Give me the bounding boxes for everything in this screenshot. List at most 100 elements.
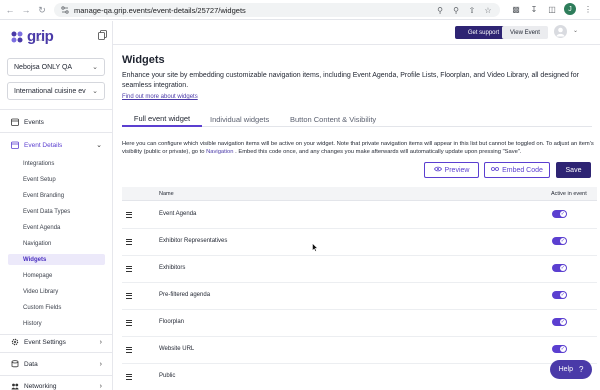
help-button[interactable]: Help ? <box>550 360 592 379</box>
logo-text: grip <box>27 28 54 45</box>
navigation-link[interactable]: Navigation <box>206 149 233 155</box>
drag-handle-icon[interactable] <box>126 320 132 326</box>
sidebar-subitem-history[interactable]: History <box>8 318 105 329</box>
drag-handle-icon[interactable] <box>126 239 132 245</box>
sidebar-subitem-integrations[interactable]: Integrations <box>8 158 105 169</box>
sidebar: grip 4LLO Nebojsa ONLY QA ⌄ Internationa… <box>0 21 113 390</box>
sidebar-subitem-event-branding[interactable]: Event Branding <box>8 190 105 201</box>
site-info-icon[interactable] <box>60 5 70 15</box>
active-toggle[interactable]: ✓ <box>552 318 567 326</box>
embed-code-button-label: Embed Code <box>502 166 543 174</box>
table-row: Public <box>122 364 597 390</box>
row-name: Website URL <box>159 346 195 352</box>
reload-icon[interactable]: ↻ <box>35 3 49 17</box>
active-toggle[interactable]: ✓ <box>552 237 567 245</box>
drag-handle-icon[interactable] <box>126 293 132 299</box>
sidebar-divider <box>0 132 113 133</box>
check-icon: ✓ <box>560 292 565 298</box>
split-view-icon[interactable]: ◫ <box>546 3 558 15</box>
sidebar-subitem-homepage[interactable]: Homepage <box>8 270 105 281</box>
sidebar-subitem-label: Event Branding <box>23 192 65 199</box>
view-event-button[interactable]: View Event <box>502 26 548 39</box>
tab-full-event-widget[interactable]: Full event widget <box>122 111 202 127</box>
key-icon[interactable]: ⚲ <box>434 4 446 16</box>
events-icon <box>10 117 20 127</box>
extensions-icon[interactable]: ▩ <box>510 3 522 15</box>
gear-icon <box>10 337 20 347</box>
sidebar-item-events[interactable]: Events <box>0 115 112 129</box>
eye-icon <box>433 166 442 174</box>
profile-avatar[interactable]: J <box>564 3 576 15</box>
sidebar-subitem-custom-fields[interactable]: Custom Fields <box>8 302 105 313</box>
sidebar-item-label: Event Details <box>24 141 63 149</box>
address-bar[interactable]: manage-qa.grip.events/event-details/2572… <box>54 3 500 17</box>
active-toggle[interactable]: ✓ <box>552 291 567 299</box>
back-icon[interactable]: ← <box>3 3 17 17</box>
networking-icon <box>10 381 20 390</box>
sidebar-item-networking[interactable]: Networking › <box>0 379 112 390</box>
check-icon: ✓ <box>560 346 565 352</box>
preview-button[interactable]: Preview <box>424 162 479 178</box>
app-header: Get support View Event ⌄ <box>113 21 600 44</box>
event-select[interactable]: International cuisine ev ⌄ <box>7 82 105 100</box>
check-icon: ✓ <box>560 265 565 271</box>
sidebar-subitem-label: Custom Fields <box>23 304 62 311</box>
page-title: Widgets <box>122 54 165 66</box>
drag-handle-icon[interactable] <box>126 374 132 380</box>
code-icon <box>491 166 499 174</box>
embed-code-button[interactable]: Embed Code <box>484 162 550 178</box>
info-text: Here you can configure which visible nav… <box>122 140 597 156</box>
sidebar-subitem-event-setup[interactable]: Event Setup <box>8 174 105 185</box>
bookmark-star-icon[interactable]: ☆ <box>482 4 494 16</box>
find-out-more-link[interactable]: Find out more about widgets <box>122 94 198 100</box>
grip-logo[interactable]: grip <box>10 28 54 45</box>
row-name: Exhibitors <box>159 265 186 271</box>
table-row: Exhibitor Representatives ✓ <box>122 229 597 256</box>
sidebar-subitem-video-library[interactable]: Video Library <box>8 286 105 297</box>
drag-handle-icon[interactable] <box>126 212 132 218</box>
active-toggle[interactable]: ✓ <box>552 210 567 218</box>
zoom-icon[interactable]: ⚲ <box>450 4 462 16</box>
chevron-right-icon: › <box>99 360 102 368</box>
chevron-down-icon: ⌄ <box>92 88 98 95</box>
drag-handle-icon[interactable] <box>126 347 132 353</box>
share-icon[interactable]: ⇧ <box>466 4 478 16</box>
row-name: Exhibitor Representatives <box>159 238 228 244</box>
url-text: manage-qa.grip.events/event-details/2572… <box>74 5 246 15</box>
main-content: Widgets Enhance your site by embedding c… <box>113 45 600 390</box>
sidebar-subitem-event-data-types[interactable]: Event Data Types <box>8 206 105 217</box>
table-row: Exhibitors ✓ <box>122 256 597 283</box>
chevron-down-icon[interactable]: ⌄ <box>573 27 578 34</box>
forward-icon[interactable]: → <box>19 3 33 17</box>
sidebar-divider <box>0 352 113 353</box>
tab-individual-widgets[interactable]: Individual widgets <box>210 111 269 127</box>
row-name: Public <box>159 373 176 379</box>
active-toggle[interactable]: ✓ <box>552 345 567 353</box>
user-avatar[interactable] <box>554 25 567 38</box>
sidebar-item-event-settings[interactable]: Event Settings › <box>0 335 112 349</box>
copy-icon[interactable] <box>98 30 107 40</box>
question-icon: ? <box>578 365 584 374</box>
sidebar-subitem-navigation[interactable]: Navigation <box>8 238 105 249</box>
sidebar-item-label: Events <box>24 118 44 126</box>
menu-dots-icon[interactable]: ⋮ <box>582 3 594 15</box>
active-toggle[interactable]: ✓ <box>552 264 567 272</box>
sidebar-item-event-details[interactable]: Event Details ⌄ <box>0 138 112 152</box>
save-button[interactable]: Save <box>556 162 591 178</box>
organization-select[interactable]: Nebojsa ONLY QA ⌄ <box>7 58 105 76</box>
check-icon: ✓ <box>560 211 565 217</box>
tab-bar: Full event widget Individual widgets But… <box>122 111 592 127</box>
table-row: Event Agenda ✓ <box>122 202 597 229</box>
download-icon[interactable]: ↧ <box>528 3 540 15</box>
sidebar-subitem-label: Event Agenda <box>23 224 61 231</box>
sidebar-divider <box>0 375 113 376</box>
row-name: Floorplan <box>159 319 185 325</box>
tab-button-content-visibility[interactable]: Button Content & Visibility <box>290 111 376 127</box>
table-row: Floorplan ✓ <box>122 310 597 337</box>
drag-handle-icon[interactable] <box>126 266 132 272</box>
sidebar-divider <box>0 109 113 110</box>
sidebar-item-data[interactable]: Data › <box>0 357 112 371</box>
sidebar-subitem-label: Integrations <box>23 160 55 167</box>
sidebar-subitem-event-agenda[interactable]: Event Agenda <box>8 222 105 233</box>
sidebar-subitem-widgets[interactable]: Widgets <box>8 254 105 265</box>
